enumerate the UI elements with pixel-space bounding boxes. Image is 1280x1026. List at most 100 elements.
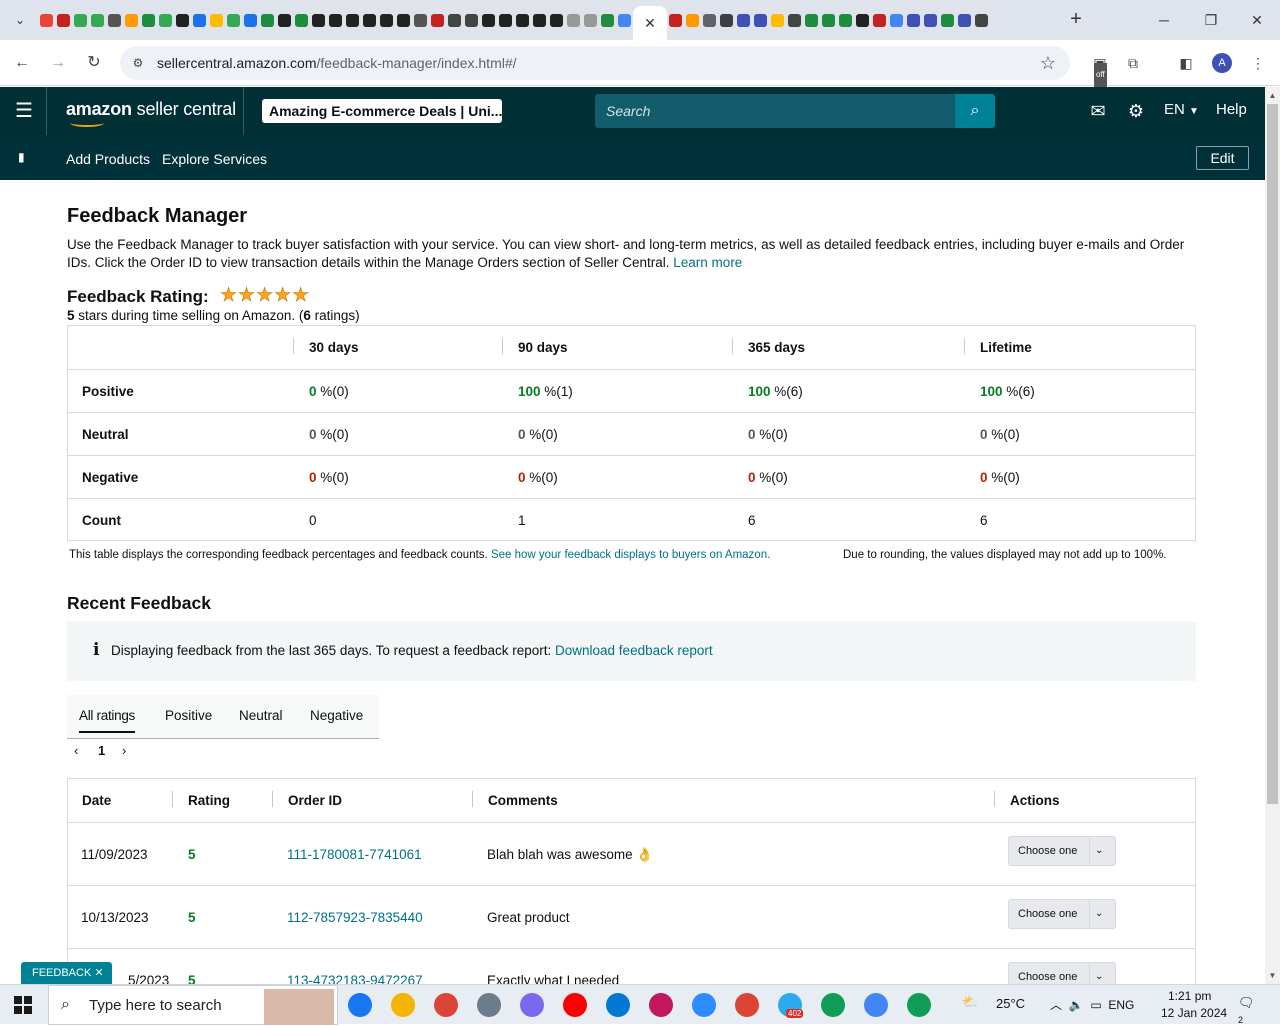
mail-icon[interactable]: ✉ xyxy=(1086,99,1110,123)
action-dropdown[interactable]: Choose one ⌄ xyxy=(1008,836,1116,866)
action-dropdown[interactable]: Choose one ⌄ xyxy=(1008,899,1116,929)
page-number[interactable]: 1 xyxy=(98,743,105,758)
store-icon[interactable] xyxy=(606,993,630,1017)
tab-neutral[interactable]: Neutral xyxy=(239,708,283,723)
order-id-link[interactable]: 111-1780081-7741061 xyxy=(287,823,422,886)
page-scrollbar[interactable]: ▲ ▼ xyxy=(1265,87,1280,984)
tab-favicon[interactable] xyxy=(533,13,546,27)
tab-favicon[interactable] xyxy=(737,13,750,27)
tab-favicon[interactable] xyxy=(159,13,172,27)
tab-favicon[interactable] xyxy=(686,13,699,27)
tab-favicon[interactable] xyxy=(176,13,189,27)
feedback-column-header[interactable]: Date xyxy=(82,779,111,822)
order-id-link[interactable]: 113-4732183-9472267 xyxy=(287,949,423,984)
clock-time[interactable]: 1:21 pm xyxy=(1168,989,1211,1003)
chrome-profile-a-icon[interactable] xyxy=(821,993,845,1017)
tab-favicon[interactable] xyxy=(703,13,716,27)
tab-favicon[interactable] xyxy=(754,13,767,27)
new-tab-button[interactable]: + xyxy=(1064,8,1088,32)
tab-favicon[interactable] xyxy=(57,13,70,27)
restore-icon[interactable]: ❐ xyxy=(1197,8,1225,32)
tab-search-icon[interactable]: ⌄ xyxy=(6,6,34,34)
tab-favicon[interactable] xyxy=(958,13,971,27)
chevron-up-icon[interactable]: ︿ xyxy=(1050,998,1062,1012)
settings-gear-icon[interactable]: ⚙ xyxy=(1124,99,1148,123)
windows-start-icon[interactable] xyxy=(14,996,32,1014)
chrome-profile-c-icon[interactable] xyxy=(907,993,931,1017)
tab-favicon[interactable] xyxy=(499,13,512,27)
scroll-down-icon[interactable]: ▼ xyxy=(1265,967,1280,984)
tab-favicon[interactable] xyxy=(516,13,529,27)
minimize-icon[interactable]: ─ xyxy=(1150,8,1178,32)
tab-favicon[interactable] xyxy=(278,13,291,27)
tab-favicon[interactable] xyxy=(227,13,240,27)
side-panel-icon[interactable]: ◧ xyxy=(1174,51,1198,75)
bookmark-star-icon[interactable]: ☆ xyxy=(1040,53,1056,74)
feedback-column-header[interactable]: Order ID xyxy=(288,779,342,822)
hamburger-menu-icon[interactable]: ☰ xyxy=(12,99,36,123)
tab-favicon[interactable] xyxy=(567,13,580,27)
tab-favicon[interactable] xyxy=(788,13,801,27)
order-id-link[interactable]: 112-7857923-7835440 xyxy=(287,886,423,949)
tab-favicon[interactable] xyxy=(363,13,376,27)
calculator-icon[interactable] xyxy=(477,993,501,1017)
youtube-icon[interactable] xyxy=(563,993,587,1017)
reload-icon[interactable]: ↻ xyxy=(81,50,107,76)
feedback-display-link[interactable]: See how your feedback displays to buyers… xyxy=(491,549,770,561)
tab-favicon[interactable] xyxy=(873,13,886,27)
scroll-thumb[interactable] xyxy=(1267,104,1278,804)
tab-favicon[interactable] xyxy=(312,13,325,27)
volume-icon[interactable]: 🔈 xyxy=(1069,998,1084,1012)
input-language[interactable]: ENG xyxy=(1108,998,1134,1012)
tab-favicon[interactable] xyxy=(465,13,478,27)
store-selector[interactable]: Amazing E-commerce Deals | Uni... xyxy=(262,99,502,123)
weather-icon[interactable]: ⛅ xyxy=(962,994,978,1010)
tab-favicon[interactable] xyxy=(839,13,852,27)
tab-favicon[interactable] xyxy=(975,13,988,27)
learn-more-link[interactable]: Learn more xyxy=(673,255,742,270)
tab-favicon[interactable] xyxy=(142,13,155,27)
tab-favicon[interactable] xyxy=(40,13,53,27)
temperature[interactable]: 25°C xyxy=(996,996,1025,1011)
notification-center-icon[interactable]: 🗨2 xyxy=(1238,995,1258,1025)
tab-positive[interactable]: Positive xyxy=(165,708,212,723)
extension-off-icon[interactable]: ▣off xyxy=(1088,51,1112,87)
tab-negative[interactable]: Negative xyxy=(310,708,363,723)
next-page-icon[interactable]: › xyxy=(122,743,126,758)
tab-favicon[interactable] xyxy=(601,13,614,27)
feedback-column-header[interactable]: Rating xyxy=(188,779,230,822)
tab-favicon[interactable] xyxy=(669,13,682,27)
help-link[interactable]: Help xyxy=(1216,101,1247,118)
facebook-icon[interactable] xyxy=(348,993,372,1017)
tab-favicon[interactable] xyxy=(584,13,597,27)
tab-favicon[interactable] xyxy=(550,13,563,27)
tab-favicon[interactable] xyxy=(210,13,223,27)
url-text[interactable]: sellercentral.amazon.com/feedback-manage… xyxy=(157,55,517,71)
tab-favicon[interactable] xyxy=(771,13,784,27)
scroll-up-icon[interactable]: ▲ xyxy=(1265,87,1280,104)
tab-favicon[interactable] xyxy=(380,13,393,27)
address-bar[interactable]: ⚙ sellercentral.amazon.com/feedback-mana… xyxy=(120,46,1070,80)
tab-favicon[interactable] xyxy=(295,13,308,27)
bookmark-icon[interactable]: ▮ xyxy=(18,150,28,164)
browser-menu-icon[interactable]: ⋮ xyxy=(1246,51,1270,75)
tab-favicons[interactable]: ✕ xyxy=(38,0,1068,40)
tab-favicon[interactable] xyxy=(414,13,427,27)
nav-explore-services[interactable]: Explore Services xyxy=(162,151,267,167)
file-explorer-icon[interactable] xyxy=(391,993,415,1017)
nav-add-products[interactable]: Add Products xyxy=(66,151,150,167)
search-button[interactable]: ⌕ xyxy=(955,94,995,128)
tab-favicon[interactable] xyxy=(397,13,410,27)
tab-favicon[interactable] xyxy=(91,13,104,27)
edit-nav-button[interactable]: Edit xyxy=(1196,146,1249,170)
download-report-link[interactable]: Download feedback report xyxy=(555,643,713,658)
feedback-column-header[interactable]: Actions xyxy=(1010,779,1060,822)
action-dropdown[interactable]: Choose one ⌄ xyxy=(1008,962,1116,984)
feedback-widget-tab[interactable]: FEEDBACK ✕ xyxy=(21,962,112,984)
tab-favicon[interactable] xyxy=(244,13,257,27)
search-input[interactable]: Search xyxy=(595,94,955,128)
tab-favicon[interactable] xyxy=(74,13,87,27)
tab-favicon[interactable] xyxy=(329,13,342,27)
tab-favicon[interactable] xyxy=(924,13,937,27)
chrome-profile-icon[interactable] xyxy=(735,993,759,1017)
